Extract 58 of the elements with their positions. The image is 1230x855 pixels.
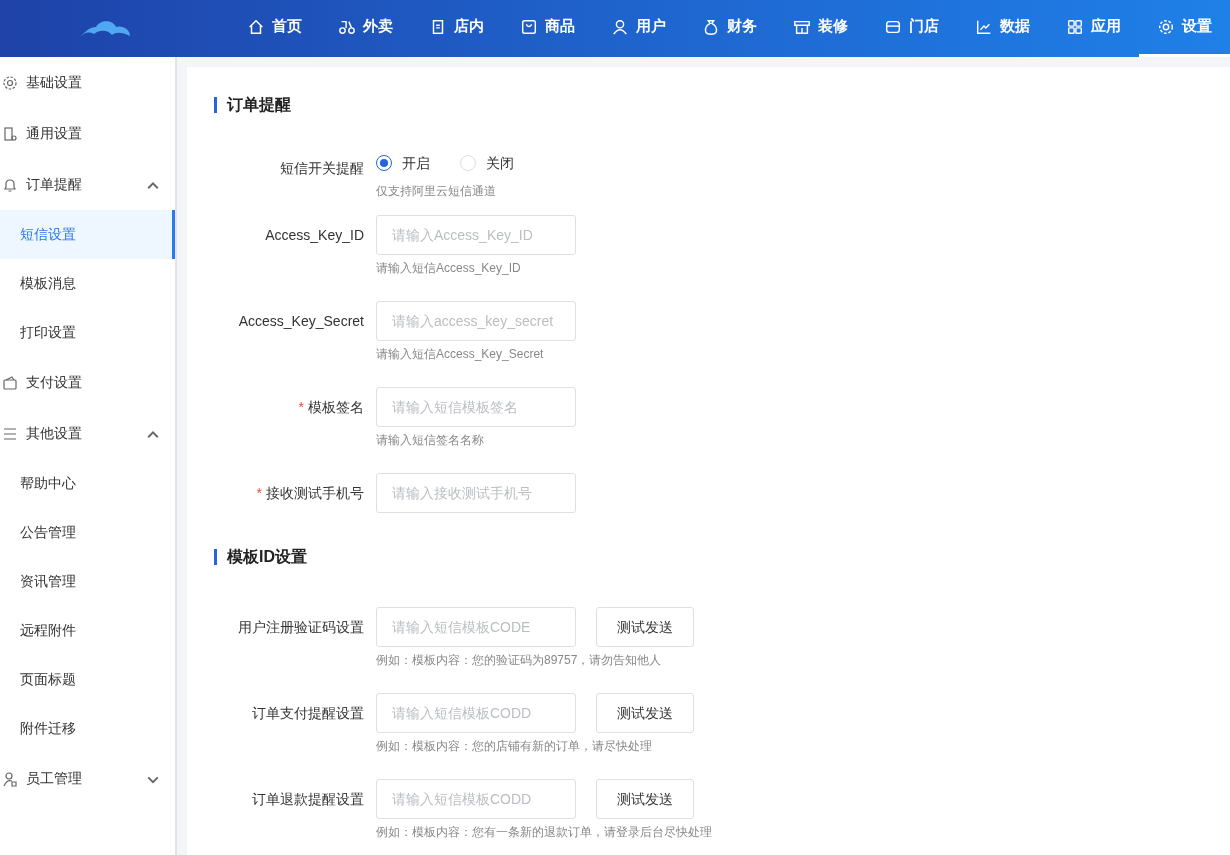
input-field[interactable]: 请输入Access_Key_ID [376,215,576,255]
field-label: 用户注册验证码设置 [237,618,365,637]
nav-tab[interactable]: 外卖 [320,0,411,57]
input-field[interactable]: 请输入短信模板CODD [376,693,576,733]
nav-tab[interactable]: 数据 [957,0,1048,57]
nav-tab[interactable]: 首页 [229,0,320,57]
help-text: 请输入短信Access_Key_ID [376,260,522,277]
radio-option[interactable]: 关闭 [460,152,514,174]
section-title: 订单提醒 [214,97,1230,113]
settings-icon [2,74,18,91]
nav-tab[interactable]: 商品 [502,0,593,57]
help-text: 请输入短信签名名称 [376,432,485,449]
bell-icon [2,176,18,193]
grid-icon [1066,18,1084,36]
help-text: 例如：模板内容：您有一条新的退款订单，请登录后台尽快处理 [376,824,712,841]
input-field[interactable]: 请输入access_key_secret [376,301,576,341]
user-icon [2,770,18,787]
nav-tab[interactable]: 店内 [411,0,502,57]
help-text: 例如：模板内容：您的店铺有新的订单，请尽快处理 [376,738,653,755]
bag-icon [520,18,538,36]
field-label: 接收测试手机号 [266,485,364,501]
wallet-icon [2,374,18,391]
help-text: 仅支持阿里云短信通道 [376,183,497,200]
radio-option[interactable]: 开启 [376,152,430,174]
test-send-button[interactable]: 测试发送 [596,779,694,819]
shop-icon [884,18,902,36]
input-field[interactable]: 请输入短信模板CODE [376,607,576,647]
test-send-button[interactable]: 测试发送 [596,607,694,647]
sidebar-subitem[interactable]: 短信设置 [0,210,175,259]
input-field[interactable]: 请输入短信模板CODD [376,779,576,819]
field-label: 订单支付提醒设置 [251,704,365,723]
field-label: Access_Key_Secret [237,312,365,331]
phone-icon [2,125,18,142]
home-icon [247,18,265,36]
money-bag-icon [702,18,720,36]
section-title: 模板ID设置 [214,549,1230,565]
required-mark: * [256,485,262,501]
storefront-icon [793,18,811,36]
line-chart-icon [975,18,993,36]
nav-tab[interactable]: 应用 [1048,0,1139,57]
field-label: 短信开关提醒 [279,159,365,178]
field-label: 订单退款提醒设置 [251,790,365,809]
field-label: 模板签名 [308,399,364,415]
test-send-button[interactable]: 测试发送 [596,693,694,733]
user-icon [611,18,629,36]
nav-tab[interactable]: 财务 [684,0,775,57]
input-field[interactable]: 请输入短信模板签名 [376,387,576,427]
help-text: 请输入短信Access_Key_Secret [376,346,545,363]
nav-tab[interactable]: 装修 [775,0,866,57]
menu-icon [2,425,18,442]
required-mark: * [298,399,304,415]
scooter-icon [338,18,356,36]
input-field[interactable]: 请输入接收测试手机号 [376,473,576,513]
help-text: 例如：模板内容：您的验证码为89757，请勿告知他人 [376,652,663,669]
nav-tab[interactable]: 用户 [593,0,684,57]
settings-icon [1157,18,1175,36]
nav-tab[interactable]: 门店 [866,0,957,57]
field-label: Access_Key_ID [264,226,365,245]
